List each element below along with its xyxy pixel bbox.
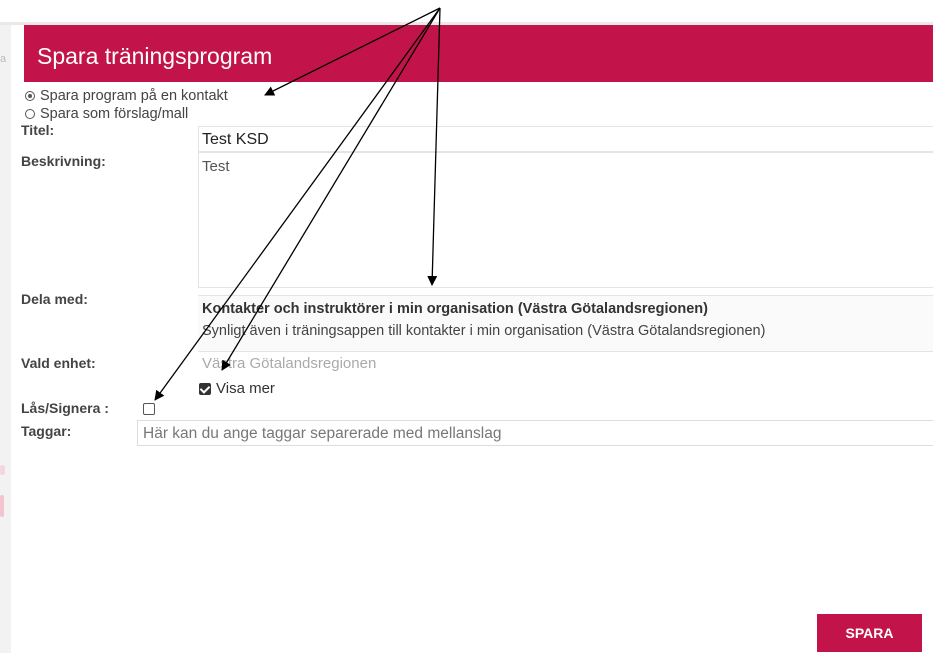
annotation-arrow bbox=[427, 7, 441, 286]
annotation-arrow bbox=[154, 7, 441, 401]
annotation-arrows bbox=[154, 7, 441, 401]
